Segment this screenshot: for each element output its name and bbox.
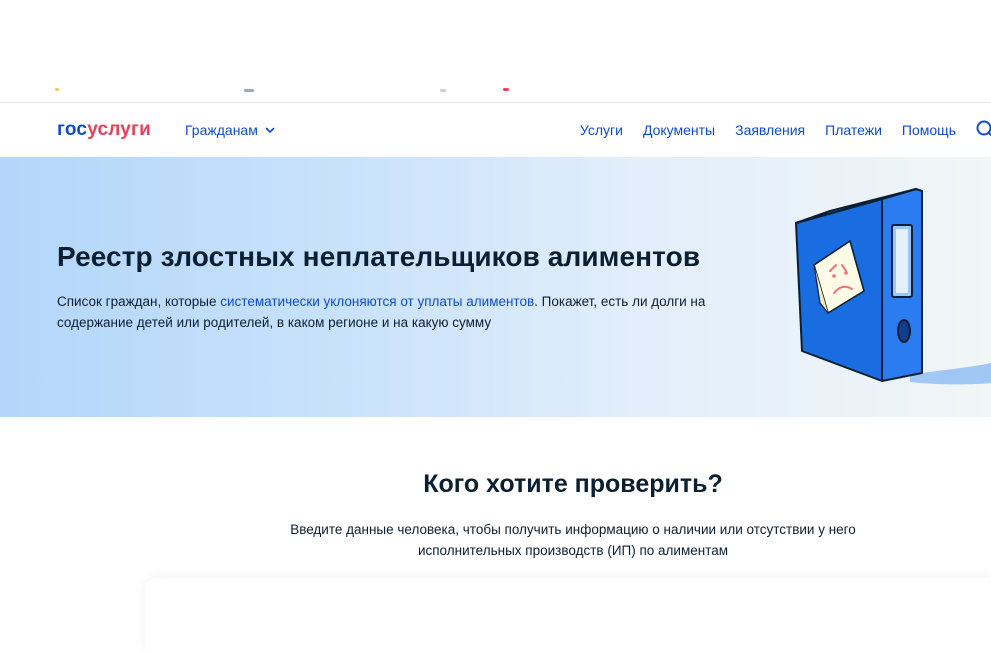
check-section-title: Кого хотите проверить? [423,470,723,498]
nav-item-applications[interactable]: Заявления [735,122,805,138]
audience-label: Гражданам [185,122,258,138]
nav-item-documents[interactable]: Документы [643,122,715,138]
check-desc-line-1: Введите данные человека, чтобы получить … [290,522,856,537]
logo-part-gos: гос [57,119,88,140]
chevron-down-icon [265,127,275,133]
check-section-description: Введите данные человека, чтобы получить … [0,519,991,561]
gosuslugi-logo[interactable]: госуслуги [57,119,151,141]
hero-description: Список граждан, которые систематически у… [57,291,717,333]
logo-part-uslugi: услуги [87,119,152,140]
top-banner-area [0,0,991,102]
site-header: госуслуги Гражданам Услуги Документы Зая… [0,102,991,157]
main-nav: Услуги Документы Заявления Платежи Помощ… [580,122,956,138]
check-desc-line-2: исполнительных производств (ИП) по алиме… [417,543,729,558]
hero-desc-text-1: Список граждан, которые [57,294,221,309]
sad-folder-illustration [795,188,991,385]
hero-banner: Реестр злостных неплательщиков алиментов… [0,157,991,417]
alimony-evasion-link[interactable]: систематически уклоняются от уплаты алим… [220,294,534,309]
audience-dropdown[interactable]: Гражданам [185,122,276,138]
search-form-card [145,578,991,652]
nav-item-payments[interactable]: Платежи [825,122,882,138]
page-title: Реестр злостных неплательщиков алиментов [57,241,701,272]
nav-item-services[interactable]: Услуги [580,122,623,138]
page: госуслуги Гражданам Услуги Документы Зая… [0,0,991,652]
search-icon[interactable] [975,119,991,139]
nav-item-help[interactable]: Помощь [902,122,956,138]
top-banner-remnants [0,86,991,94]
